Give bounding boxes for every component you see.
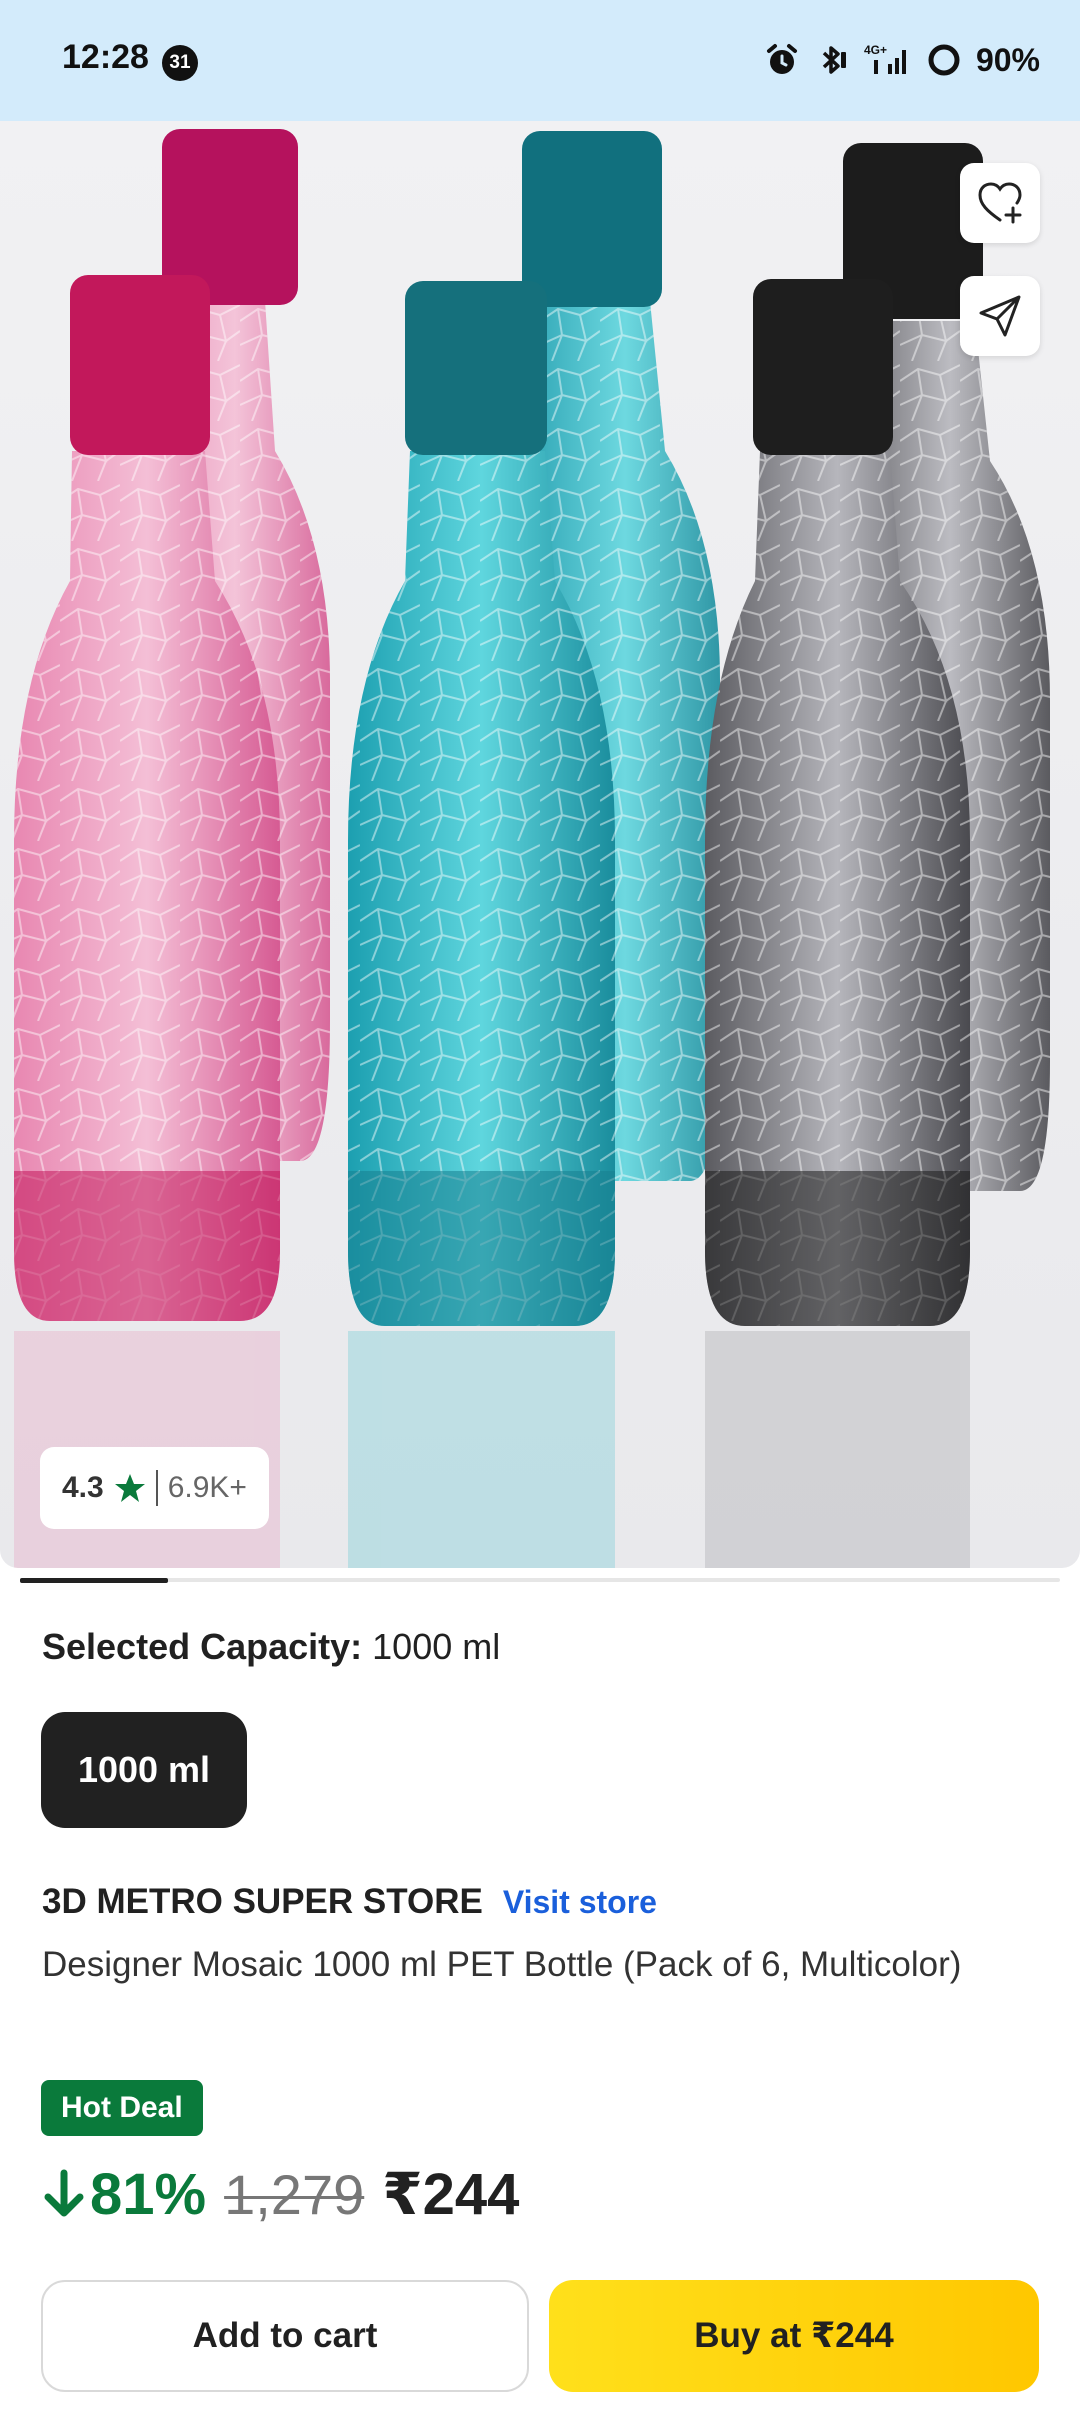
discount-percent: 81%	[90, 2161, 207, 2227]
visit-store-link[interactable]: Visit store	[503, 1884, 657, 1921]
selected-capacity-value: 1000 ml	[372, 1626, 501, 1667]
share-button[interactable]	[960, 276, 1040, 356]
star-icon	[114, 1474, 145, 1502]
store-line: 3D METRO SUPER STORE Visit store	[42, 1882, 657, 1922]
battery-level: 90%	[975, 41, 1040, 78]
add-to-cart-button[interactable]: Add to cart	[41, 2280, 529, 2392]
wishlist-button[interactable]	[960, 163, 1040, 243]
carousel-indicator-track	[20, 1578, 1060, 1582]
network-type: 4G+	[864, 43, 887, 57]
price-row: 81% 1,279 ₹244	[42, 2158, 519, 2230]
rating-badge[interactable]: 4.3 6.9K+	[40, 1447, 269, 1529]
share-icon	[979, 295, 1021, 337]
product-photo	[14, 129, 1050, 1568]
alarm-icon	[766, 44, 797, 74]
bluetooth-icon	[822, 46, 846, 74]
product-title: Designer Mosaic 1000 ml PET Bottle (Pack…	[42, 1945, 962, 1984]
wishlist-add-icon	[978, 182, 1022, 224]
status-bar: 12:28 31 4G+ 90%	[0, 0, 1080, 121]
selected-capacity: Selected Capacity: 1000 ml	[42, 1626, 500, 1668]
rating-value: 4.3	[62, 1471, 104, 1504]
calendar-badge: 31	[162, 45, 198, 81]
carousel-indicator-active	[20, 1578, 168, 1583]
hot-deal-badge: Hot Deal	[41, 2080, 203, 2136]
product-image-carousel[interactable]: 4.3 6.9K+	[0, 121, 1080, 1568]
status-time: 12:28	[62, 38, 149, 76]
capacity-option-1000ml[interactable]: 1000 ml	[41, 1712, 247, 1828]
store-name[interactable]: 3D METRO SUPER STORE	[42, 1882, 483, 1922]
arrow-down-icon	[44, 2169, 84, 2217]
status-icons: 4G+ 90%	[764, 38, 1040, 82]
original-price: 1,279	[224, 2162, 365, 2226]
battery-ring-icon	[928, 44, 960, 76]
rating-divider	[155, 1470, 158, 1506]
signal-icon: 4G+	[864, 43, 906, 74]
selected-capacity-label: Selected Capacity:	[42, 1626, 363, 1667]
buy-now-button[interactable]: Buy at ₹244	[549, 2280, 1039, 2392]
rating-count: 6.9K+	[167, 1471, 247, 1504]
discount: 81%	[42, 2161, 206, 2228]
selling-price: ₹244	[382, 2162, 520, 2227]
